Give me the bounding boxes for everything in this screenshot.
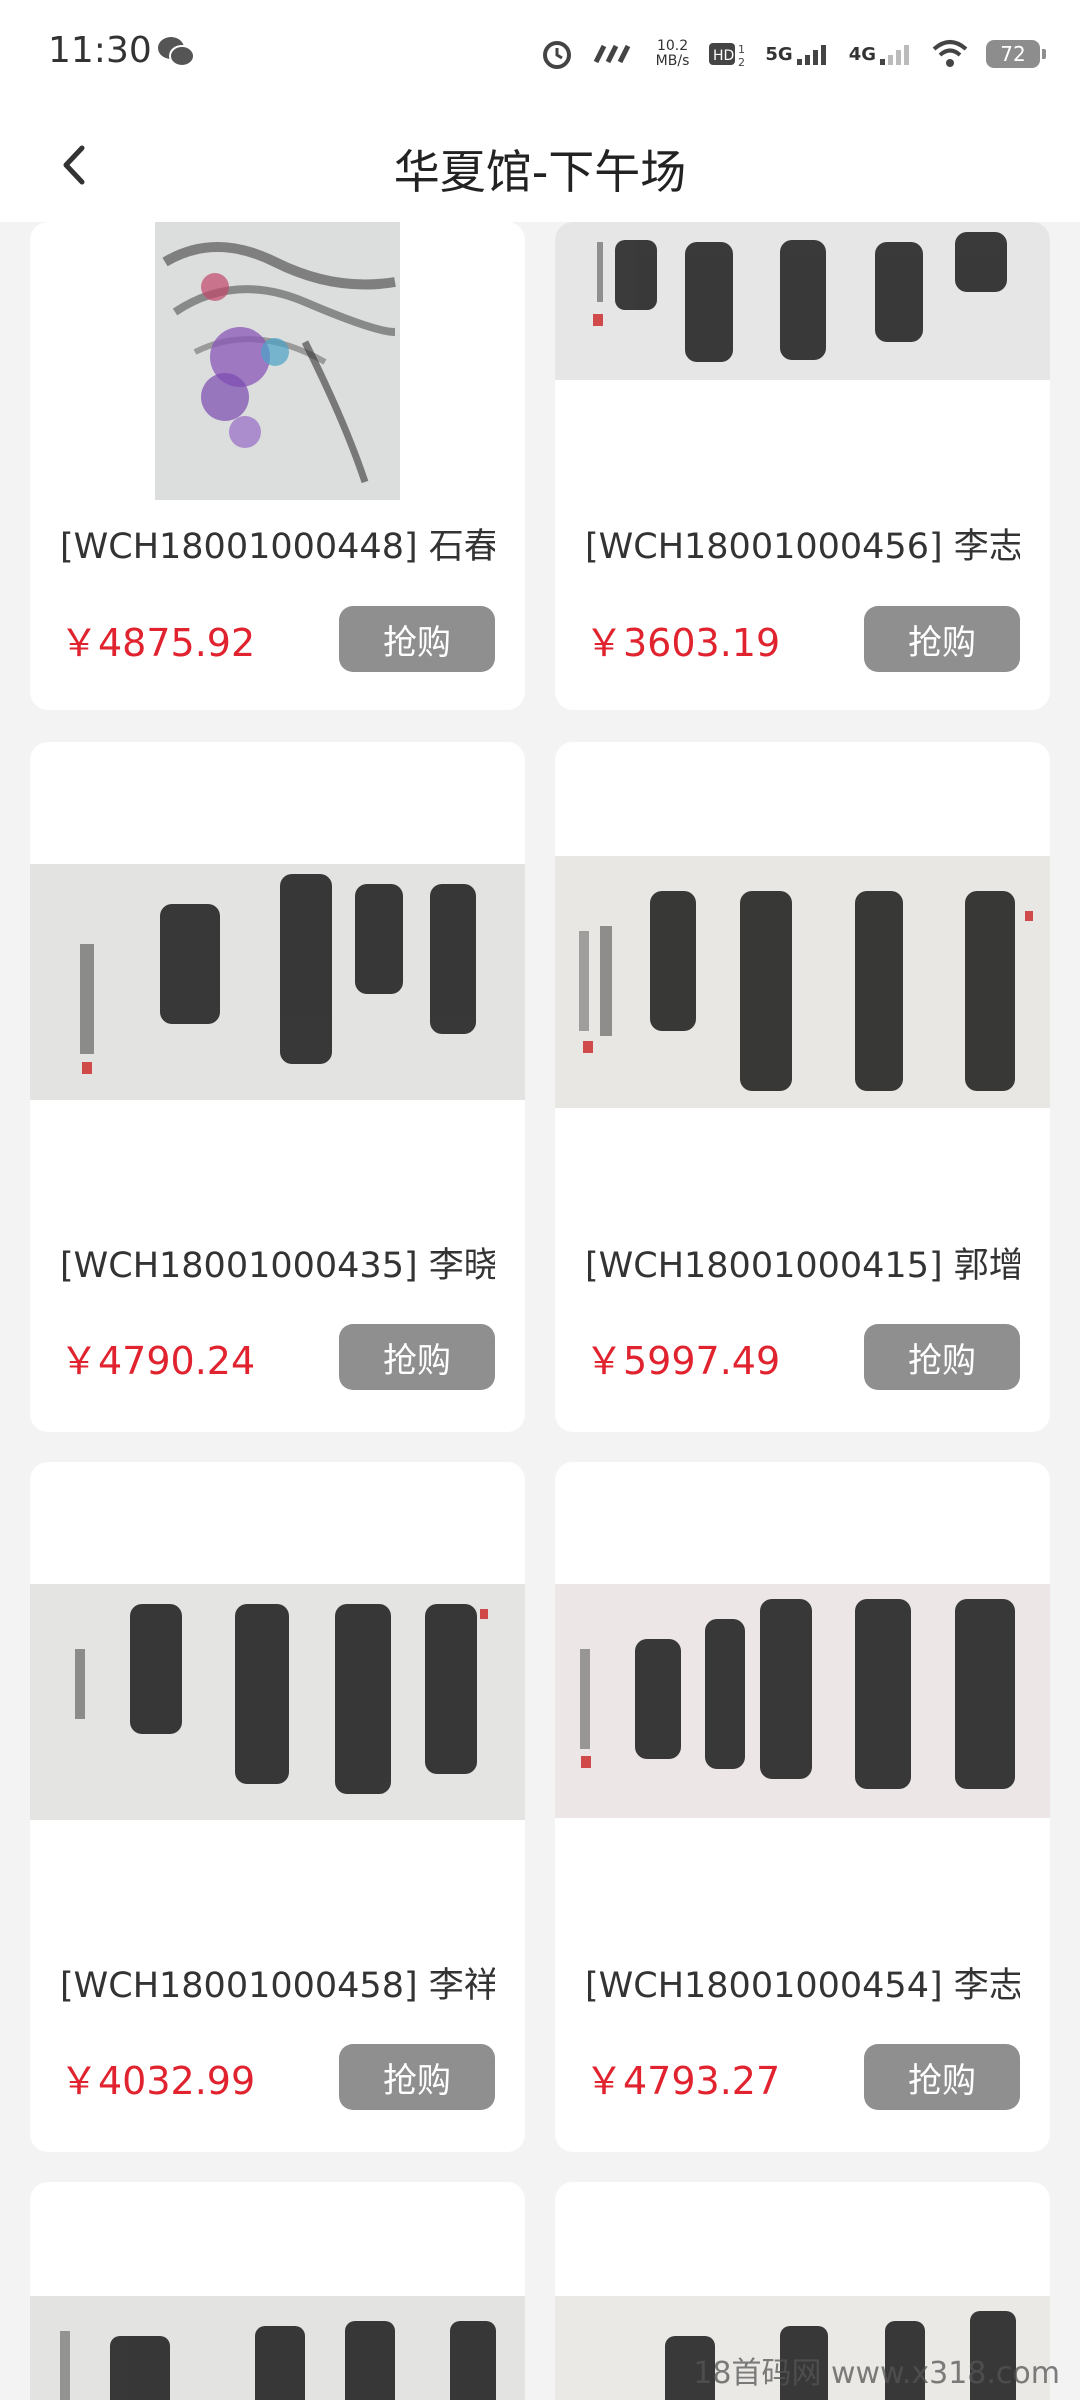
product-title: [WCH18001000435] 李晓... bbox=[60, 1246, 495, 1286]
product-title: [WCH18001000415] 郭增... bbox=[585, 1246, 1020, 1286]
buy-button[interactable]: 抢购 bbox=[864, 1324, 1020, 1390]
volte-icon: HD 1 2 bbox=[709, 43, 745, 69]
status-icons: 10.2 MB/s HD 1 2 5G 4G 72 bbox=[540, 34, 1046, 74]
buy-button[interactable]: 抢购 bbox=[339, 1324, 495, 1390]
product-price: ￥4032.99 bbox=[60, 2059, 256, 2103]
product-card[interactable]: [WCH18001000435] 李晓... ￥4790.24 抢购 bbox=[30, 742, 525, 1432]
buy-button[interactable]: 抢购 bbox=[339, 2044, 495, 2110]
status-bar: 11:30 10.2 MB/s HD 1 2 5G 4G 72 bbox=[0, 0, 1080, 108]
product-card[interactable]: [WCH18001000415] 郭增... ￥5997.49 抢购 bbox=[555, 742, 1050, 1432]
svg-text:2: 2 bbox=[738, 56, 745, 69]
product-price: ￥4875.92 bbox=[60, 621, 256, 665]
product-title: [WCH18001000448] 石春... bbox=[60, 527, 495, 567]
product-price: ￥4793.27 bbox=[585, 2059, 781, 2103]
product-card[interactable]: [WCH18001000456] 李志... ￥3603.19 抢购 bbox=[555, 222, 1050, 710]
product-image bbox=[555, 856, 1050, 1108]
product-title: [WCH18001000458] 李祥... bbox=[60, 1966, 495, 2006]
product-price: ￥3603.19 bbox=[585, 621, 781, 665]
svg-text:1: 1 bbox=[738, 43, 745, 56]
status-time: 11:30 bbox=[48, 30, 152, 71]
product-card[interactable]: [WCH18001000458] 李祥... ￥4032.99 抢购 bbox=[30, 1462, 525, 2152]
battery-indicator: 72 bbox=[986, 40, 1046, 68]
buy-button[interactable]: 抢购 bbox=[864, 2044, 1020, 2110]
product-card[interactable]: [WCH18001000454] 李志... ￥4793.27 抢购 bbox=[555, 1462, 1050, 2152]
alarm-icon bbox=[542, 41, 571, 69]
product-card[interactable]: [WCH18001000448] 石春... ￥4875.92 抢购 bbox=[30, 222, 525, 710]
wifi-icon bbox=[932, 40, 968, 67]
product-image bbox=[30, 1584, 525, 1820]
wechat-icon bbox=[158, 37, 195, 67]
product-title: [WCH18001000454] 李志... bbox=[585, 1966, 1020, 2006]
watermark: 18首码网 www.x318.com bbox=[693, 2356, 1060, 2391]
buy-button[interactable]: 抢购 bbox=[864, 606, 1020, 672]
net-speed: 10.2 MB/s bbox=[655, 38, 690, 69]
svg-text:HD: HD bbox=[713, 48, 734, 64]
page-title: 华夏馆-下午场 bbox=[393, 145, 687, 199]
product-title: [WCH18001000456] 李志... bbox=[585, 527, 1020, 567]
product-grid: [WCH18001000448] 石春... ￥4875.92 抢购 [WCH1… bbox=[0, 222, 1080, 2400]
product-price: ￥5997.49 bbox=[585, 1339, 781, 1383]
product-image bbox=[555, 1584, 1050, 1818]
product-card[interactable] bbox=[30, 2182, 525, 2400]
product-image bbox=[30, 2296, 525, 2400]
product-image bbox=[30, 864, 525, 1100]
product-price: ￥4790.24 bbox=[60, 1339, 256, 1383]
product-image bbox=[155, 222, 400, 500]
product-image bbox=[555, 222, 1050, 380]
signal-5g: 5G bbox=[765, 43, 830, 65]
hd-icon bbox=[593, 44, 630, 64]
buy-button[interactable]: 抢购 bbox=[339, 606, 495, 672]
app-header: 华夏馆-下午场 bbox=[0, 108, 1080, 222]
signal-4g: 4G bbox=[849, 43, 914, 65]
